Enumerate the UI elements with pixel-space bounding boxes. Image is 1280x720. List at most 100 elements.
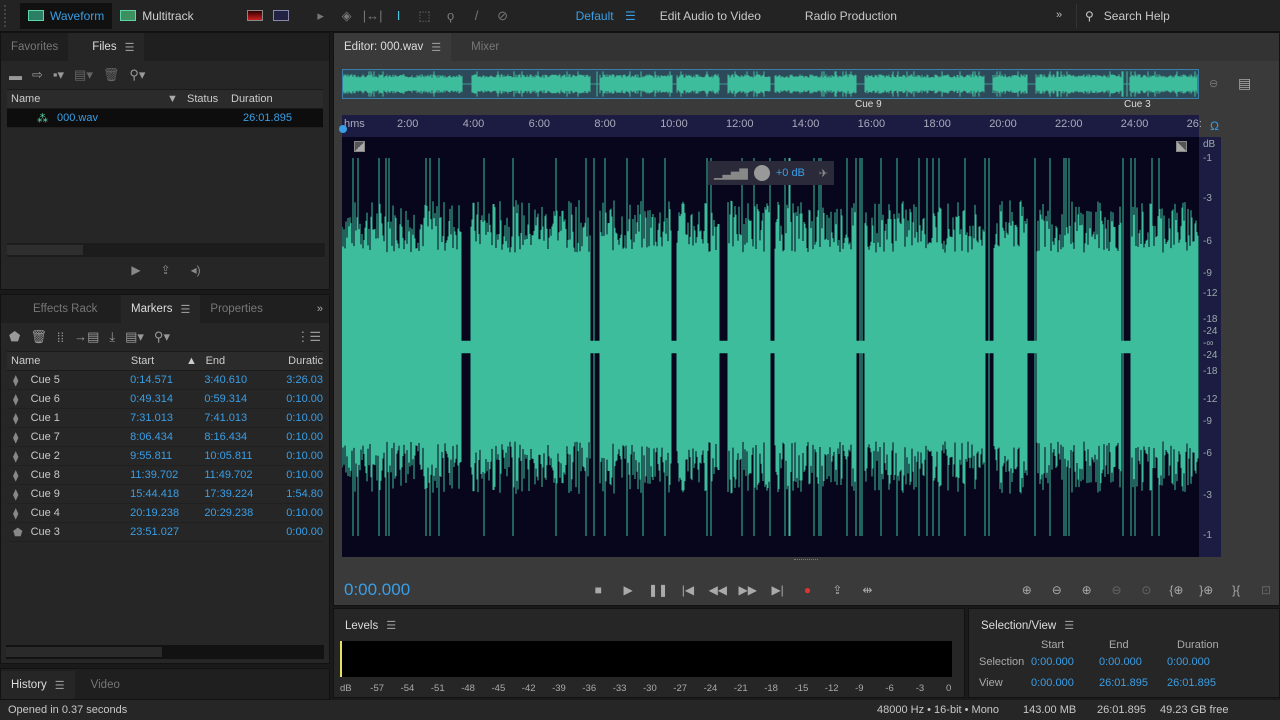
marker-row[interactable]: ⧫ Cue 6 0:49.314 0:59.314 0:10.00 (7, 390, 323, 409)
markers-scrollbar[interactable] (6, 645, 324, 659)
waveform-mode-button[interactable]: Waveform (20, 2, 113, 29)
marker-bar[interactable]: Cue 9 Cue 3 (342, 99, 1199, 113)
search-help-field[interactable]: ⚲ Search Help (1076, 4, 1280, 28)
new-file-icon[interactable]: ▪▾ (53, 67, 64, 83)
headphones-icon[interactable]: Ω (1210, 119, 1219, 133)
selection-end[interactable]: 0:00.000 (1099, 656, 1167, 668)
zoom-out-full-icon[interactable]: ⊙ (1132, 583, 1162, 597)
marker-row[interactable]: ⧫ Cue 5 0:14.571 3:40.610 3:26.03 (7, 371, 323, 390)
zoom-out-full-icon[interactable]: ⊖ (1209, 77, 1218, 90)
view-end[interactable]: 26:01.895 (1099, 677, 1167, 689)
tab-history[interactable]: History ☰ (1, 671, 75, 699)
delete-icon[interactable]: 🗑 (103, 67, 120, 83)
zoom-in-amplitude-icon[interactable]: ⊕ (1012, 583, 1042, 597)
time-selection-icon[interactable]: I (389, 7, 409, 25)
volume-knob[interactable] (753, 165, 770, 181)
toolbar-grip[interactable] (4, 4, 10, 27)
import-file-icon[interactable]: ⇨ (32, 67, 43, 83)
overview-waveform[interactable] (342, 69, 1199, 99)
batch-process-icon[interactable]: ▤▾ (125, 329, 144, 345)
playhead-handle[interactable] (339, 125, 347, 133)
previous-button[interactable]: |◀ (673, 583, 703, 597)
multitrack-mode-button[interactable]: Multitrack (112, 3, 201, 29)
brush-icon[interactable]: / (467, 7, 487, 25)
sort-icon[interactable]: ▼ (167, 93, 187, 105)
open-file-icon[interactable]: ▬ (9, 68, 22, 83)
razor-tool-icon[interactable]: ◈ (337, 7, 357, 25)
marker-row[interactable]: ⬟ Cue 3 23:51.027 0:00.00 (7, 523, 323, 542)
fade-in-handle[interactable] (354, 141, 365, 152)
delete-marker-icon[interactable]: 🗑 (30, 329, 47, 345)
workspace-radio-production[interactable]: Radio Production (805, 9, 897, 23)
auto-play-icon[interactable]: ◂) (191, 263, 201, 277)
search-icon[interactable]: ⚲▾ (154, 329, 170, 345)
tab-files[interactable]: Files ☰ (68, 33, 145, 61)
tab-editor[interactable]: Editor: 000.wav ☰ (334, 33, 452, 61)
loop-preview-icon[interactable]: ⇪ (161, 263, 171, 277)
marker-label[interactable]: Cue 9 (855, 99, 882, 110)
zoom-in-time-icon[interactable]: ⊕ (1072, 583, 1102, 597)
time-ruler[interactable]: hms 2:00 4:00 6:00 8:00 10:00 12:00 14:00 16:00… (342, 115, 1202, 137)
marker-row[interactable]: ⧫ Cue 9 15:44.418 17:39.224 1:54.80 (7, 485, 323, 504)
lasso-icon[interactable]: ϙ (441, 7, 461, 25)
record-button[interactable]: ● (793, 583, 823, 597)
play-preview-icon[interactable]: ▶ (131, 263, 140, 277)
insert-into-playlist-icon[interactable]: →▤ (74, 329, 99, 345)
insert-into-multitrack-icon[interactable]: ▤▾ (74, 67, 93, 83)
workspace-default[interactable]: Default ☰ (576, 9, 636, 23)
marker-row[interactable]: ⧫ Cue 7 8:06.434 8:16.434 0:10.00 (7, 428, 323, 447)
zoom-selection-icon[interactable]: }{ (1221, 583, 1251, 597)
panel-menu-icon[interactable]: ☰ (386, 620, 396, 632)
play-button[interactable]: ▶ (613, 583, 643, 597)
spectral-pitch-icon[interactable] (271, 7, 291, 25)
col-end[interactable]: End (206, 355, 289, 367)
tab-video[interactable]: Video (75, 671, 130, 699)
add-marker-icon[interactable]: ⬟ (9, 329, 20, 345)
fade-out-handle[interactable] (1176, 141, 1187, 152)
file-row[interactable]: ⁂ 000.wav 26:01.895 (7, 109, 323, 128)
zoom-out-time-icon[interactable]: ⊖ (1102, 583, 1132, 597)
zoom-out-point-icon[interactable]: }⊕ (1191, 583, 1221, 597)
zoom-out-amplitude-icon[interactable]: ⊖ (1042, 583, 1072, 597)
zoom-in-point-icon[interactable]: {⊕ (1161, 583, 1191, 597)
tab-markers[interactable]: Markers ☰ (121, 295, 201, 323)
selection-start[interactable]: 0:00.000 (1031, 656, 1099, 668)
marker-label[interactable]: Cue 3 (1124, 99, 1151, 110)
skip-selection-button[interactable]: ⇹ (852, 583, 882, 597)
files-scrollbar[interactable] (7, 243, 325, 257)
tab-properties[interactable]: Properties (200, 295, 272, 323)
more-workspaces-icon[interactable]: » (1056, 9, 1062, 21)
fast-forward-button[interactable]: ▶▶ (733, 583, 763, 597)
next-button[interactable]: ▶| (763, 583, 793, 597)
col-duration[interactable]: Duration (227, 93, 273, 105)
marquee-icon[interactable]: ⬚ (415, 7, 435, 25)
stop-button[interactable]: ■ (583, 583, 613, 597)
panel-menu-icon[interactable]: ☰ (1064, 620, 1074, 632)
pin-icon[interactable]: ✈ (819, 167, 828, 180)
workspace-edit-audio-to-video[interactable]: Edit Audio to Video (660, 9, 761, 23)
selection-duration[interactable]: 0:00.000 (1167, 656, 1210, 668)
col-name[interactable]: Name (7, 355, 131, 367)
sort-asc-icon[interactable]: ▲ (186, 355, 206, 367)
more-tabs-icon[interactable]: » (317, 303, 323, 315)
tab-mixer[interactable]: Mixer (451, 33, 509, 61)
search-icon[interactable]: ⚲▾ (129, 67, 145, 83)
marker-row[interactable]: ⧫ Cue 1 7:31.013 7:41.013 0:10.00 (7, 409, 323, 428)
slip-tool-icon[interactable]: |↔| (363, 7, 383, 25)
marker-row[interactable]: ⧫ Cue 4 20:19.238 20:29.238 0:10.00 (7, 504, 323, 523)
col-start[interactable]: Start (131, 355, 186, 367)
marker-row[interactable]: ⧫ Cue 8 11:39.702 11:49.702 0:10.00 (7, 466, 323, 485)
waveform-display[interactable]: ▁▃▅▇ +0 dB ✈ (342, 137, 1199, 557)
view-duration[interactable]: 26:01.895 (1167, 677, 1216, 689)
resize-handle[interactable] (794, 559, 818, 563)
col-name[interactable]: Name (7, 93, 167, 105)
hud-gain-control[interactable]: ▁▃▅▇ +0 dB ✈ (708, 161, 834, 185)
overview-options-icon[interactable]: ▤ (1238, 75, 1251, 92)
tab-favorites[interactable]: Favorites (1, 33, 68, 61)
export-markers-icon[interactable]: ⤓ (109, 329, 115, 345)
marker-row[interactable]: ⧫ Cue 2 9:55.811 10:05.811 0:10.00 (7, 447, 323, 466)
col-status[interactable]: Status (187, 93, 227, 105)
merge-markers-icon[interactable]: ⁞⁞ (57, 330, 64, 345)
rewind-button[interactable]: ◀◀ (703, 583, 733, 597)
zoom-to-selection-icon[interactable]: ⊡ (1251, 583, 1280, 597)
